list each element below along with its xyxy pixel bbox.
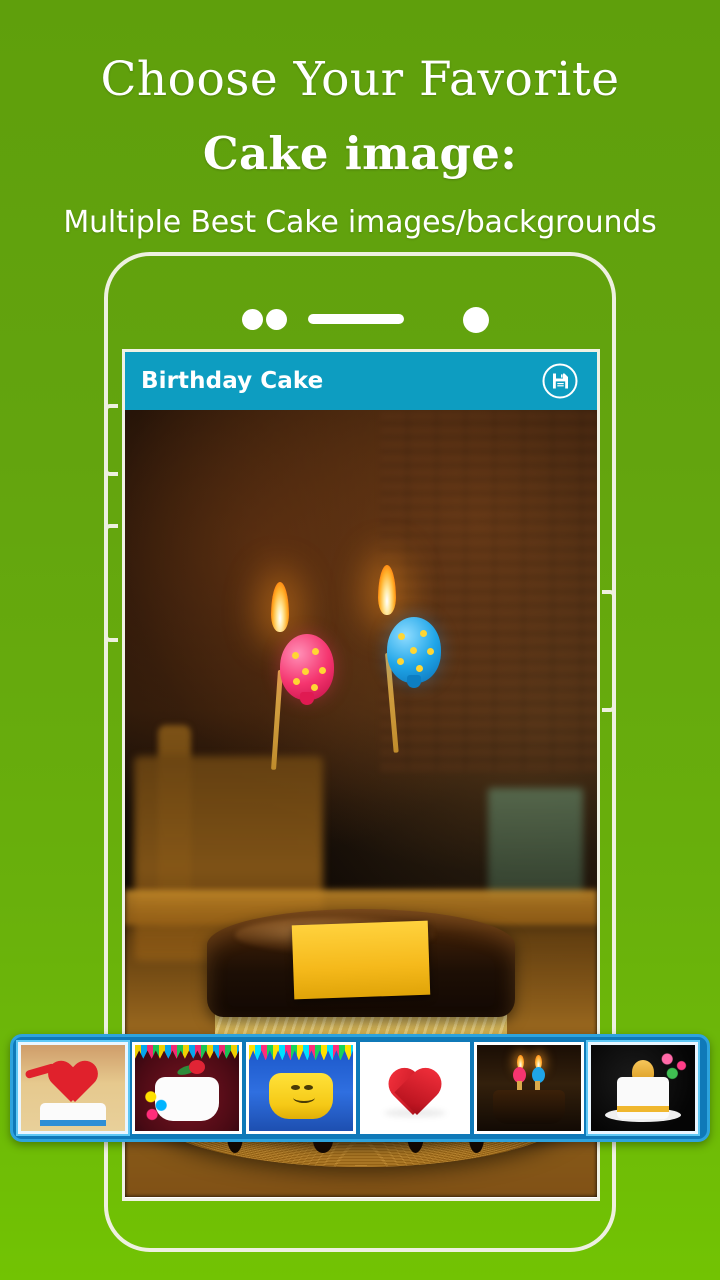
- background-thumbnail-strip[interactable]: [10, 1034, 710, 1142]
- yellow-message-card[interactable]: [291, 920, 431, 1000]
- power-button[interactable]: [602, 590, 616, 712]
- promo-screenshot: Choose Your Favorite Cake image: Multipl…: [0, 0, 720, 1280]
- list-item[interactable]: [18, 1042, 128, 1134]
- promo-line-3: Multiple Best Cake images/backgrounds: [63, 205, 657, 240]
- floppy-disk-save-icon[interactable]: [541, 362, 579, 400]
- app-bar: Birthday Cake: [125, 352, 597, 410]
- list-item[interactable]: [360, 1042, 470, 1134]
- balloon-knot: [407, 675, 421, 688]
- balloon-body: [387, 617, 441, 683]
- speaker-grille-icon: [308, 314, 404, 324]
- volume-up-button[interactable]: [104, 404, 118, 476]
- promo-heading-block: Choose Your Favorite Cake image: Multipl…: [0, 0, 720, 238]
- promo-line-2: Cake image:: [202, 127, 518, 180]
- promo-line-1: Choose Your Favorite: [100, 52, 620, 107]
- brick-wall-blur: [379, 410, 597, 773]
- balloon-body: [280, 634, 334, 700]
- list-item[interactable]: [246, 1042, 356, 1134]
- ambient-sensor-dot-icon: [266, 309, 287, 330]
- balloon-knot: [300, 692, 314, 705]
- list-item[interactable]: [588, 1042, 698, 1134]
- phone-top-bezel: [108, 306, 612, 333]
- proximity-sensor-dot-icon: [242, 309, 263, 330]
- list-item[interactable]: [132, 1042, 242, 1134]
- front-camera-dot-icon: [463, 307, 489, 333]
- list-item[interactable]: [474, 1042, 584, 1134]
- page-title: Birthday Cake: [141, 368, 324, 394]
- volume-down-button[interactable]: [104, 524, 118, 642]
